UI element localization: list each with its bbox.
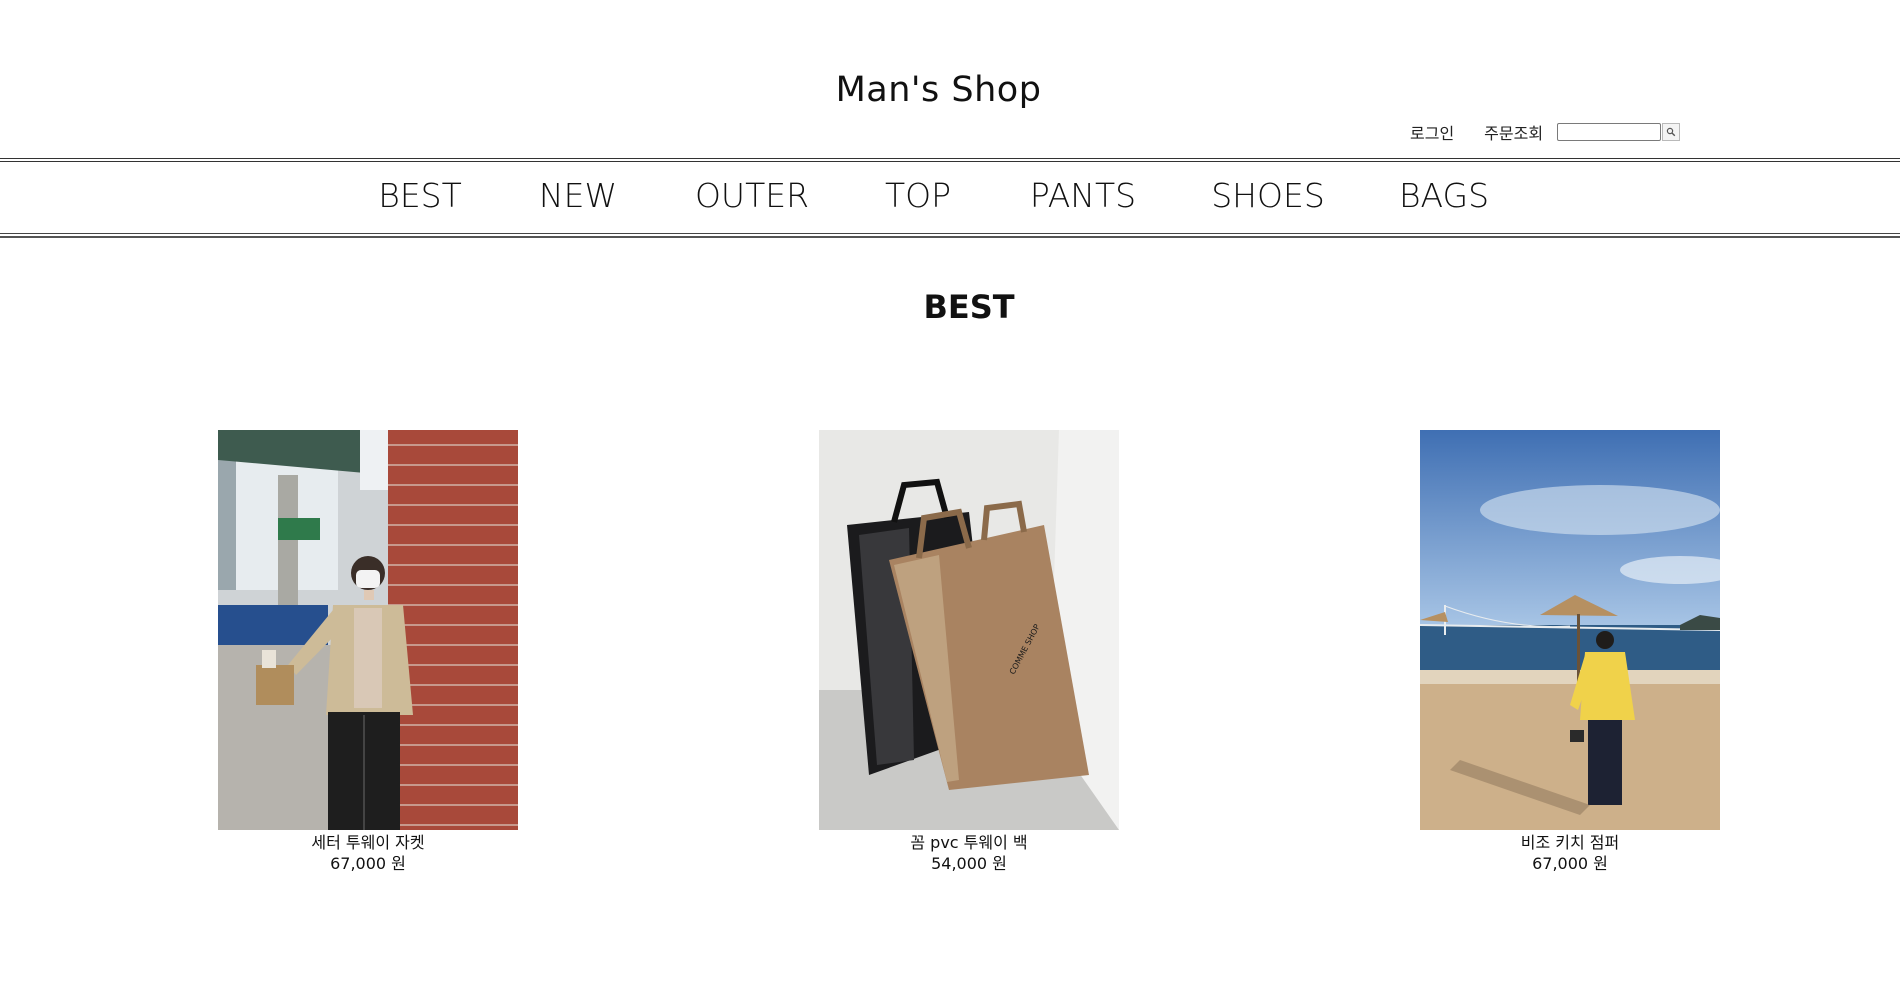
- section-title: BEST: [923, 288, 1015, 326]
- login-link[interactable]: 로그인: [1410, 120, 1454, 144]
- order-lookup-link[interactable]: 주문조회: [1484, 120, 1543, 144]
- nav-item-pants[interactable]: PANTS: [1030, 176, 1136, 215]
- main-nav: BEST NEW OUTER TOP PANTS SHOES BAGS: [0, 176, 1900, 222]
- nav-item-best[interactable]: BEST: [378, 176, 462, 215]
- search-input[interactable]: [1557, 123, 1662, 141]
- product-price: 67,000 원: [1532, 854, 1608, 873]
- nav-item-outer[interactable]: OUTER: [695, 176, 809, 215]
- product-name[interactable]: 꼼 pvc 투웨이 백: [819, 832, 1119, 854]
- product-name[interactable]: 비조 키치 점퍼: [1420, 832, 1720, 854]
- product-card[interactable]: COMME SHOP 꼼 pvc 투웨이 백 54,000 원: [819, 430, 1119, 874]
- page: Man's Shop 로그인 주문조회 BEST NEW OUTER TOP P…: [0, 0, 1900, 1000]
- nav-item-new[interactable]: NEW: [539, 176, 617, 215]
- product-card[interactable]: 비조 키치 점퍼 67,000 원: [1420, 430, 1720, 874]
- search-button[interactable]: [1662, 123, 1681, 141]
- magnifier-icon: [1666, 127, 1676, 137]
- nav-item-bags[interactable]: BAGS: [1399, 176, 1489, 215]
- nav-bottom-divider: [0, 233, 1900, 238]
- product-price: 67,000 원: [330, 854, 406, 873]
- product-price: 54,000 원: [931, 854, 1007, 873]
- product-name[interactable]: 세터 투웨이 자켓: [218, 832, 518, 854]
- shop-logo-title[interactable]: Man's Shop: [0, 70, 1877, 110]
- nav-top-divider: [0, 158, 1900, 162]
- product-card[interactable]: 세터 투웨이 자켓 67,000 원: [218, 430, 518, 874]
- product-image-jacket[interactable]: [218, 430, 518, 830]
- utility-bar: 로그인 주문조회: [1410, 120, 1681, 144]
- product-image-bag[interactable]: COMME SHOP: [819, 430, 1119, 830]
- product-image-jumper[interactable]: [1420, 430, 1720, 830]
- nav-item-top[interactable]: TOP: [885, 176, 951, 215]
- nav-item-shoes[interactable]: SHOES: [1211, 176, 1325, 215]
